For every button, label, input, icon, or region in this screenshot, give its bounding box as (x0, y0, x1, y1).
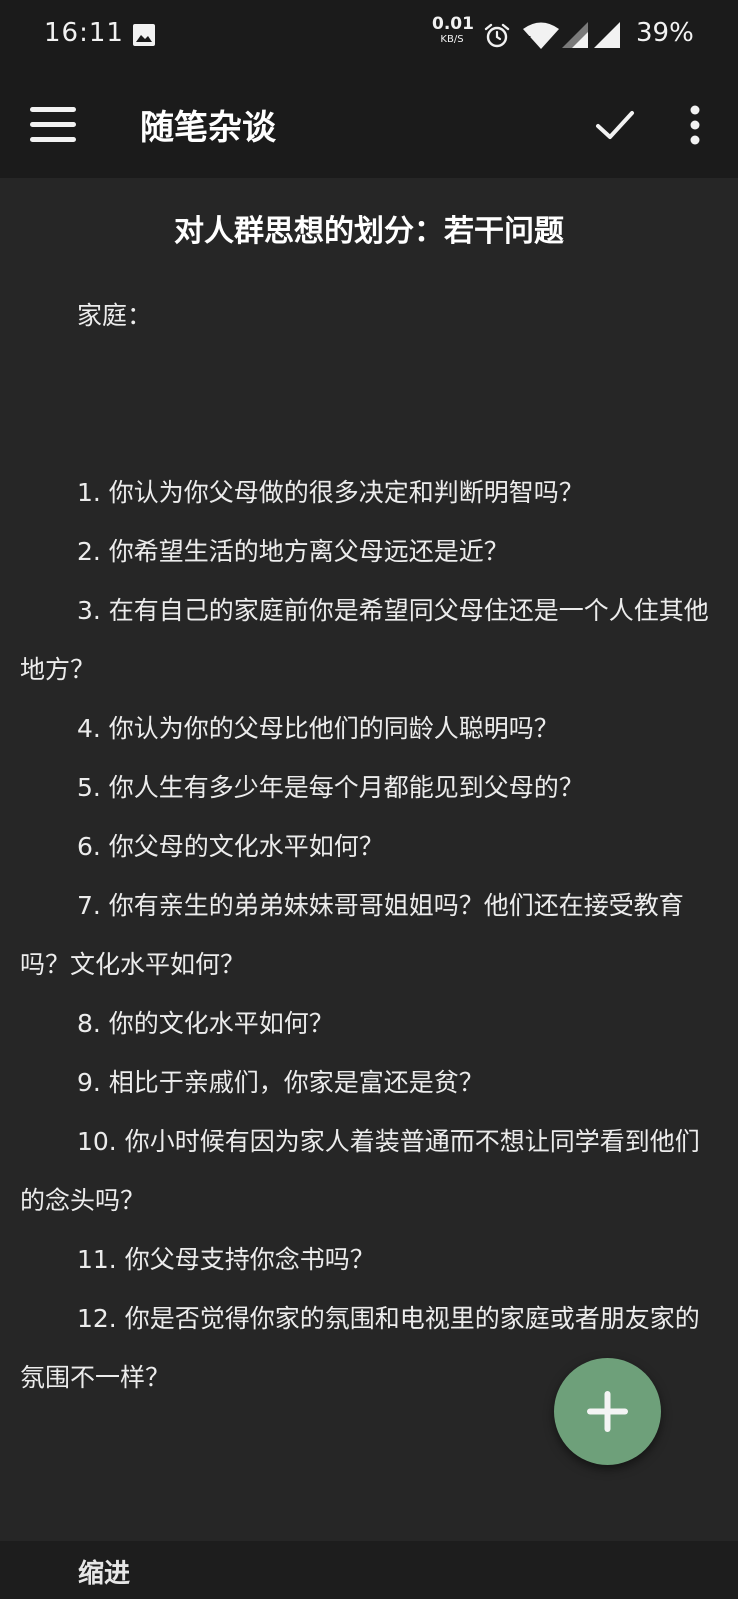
network-speed-value: 0.01 (432, 14, 474, 34)
paragraph[interactable]: 5. 你人生有多少年是每个月都能见到父母的？ (20, 758, 720, 817)
paragraph[interactable]: 8. 你的文化水平如何？ (20, 994, 720, 1053)
indent-button[interactable]: 缩进 (78, 1553, 130, 1590)
plus-icon (587, 1391, 628, 1432)
paragraph[interactable]: 11. 你父母支持你念书吗？ (20, 1230, 720, 1289)
alarm-icon (484, 23, 510, 48)
app-title: 随笔杂谈 (140, 108, 276, 148)
document-body[interactable]: 家庭： 1. 你认为你父母做的很多决定和判断明智吗？ 2. 你希望生活的地方离父… (20, 286, 720, 1541)
paragraph[interactable]: 4. 你认为你的父母比他们的同龄人聪明吗？ (20, 699, 720, 758)
paragraph[interactable]: 9. 相比于亲戚们，你家是富还是贫？ (20, 1053, 720, 1112)
blank-line[interactable] (20, 404, 720, 463)
blank-line[interactable] (20, 1466, 720, 1525)
app-bar: 随笔杂谈 (0, 72, 738, 178)
status-time: 16:11 (44, 18, 124, 48)
document-title[interactable]: 对人群思想的划分：若干问题 (0, 206, 738, 250)
paragraph[interactable]: 6. 你父母的文化水平如何？ (20, 817, 720, 876)
hamburger-menu-icon[interactable] (26, 100, 82, 150)
signal-icon (594, 22, 620, 48)
network-speed: 0.01 KB/S (432, 14, 474, 45)
paragraph[interactable]: 3. 在有自己的家庭前你是希望同父母住还是一个人住其他地方？ (20, 581, 720, 699)
paragraph[interactable]: 10. 你小时候有因为家人着装普通而不想让同学看到他们的念头吗？ (20, 1112, 720, 1230)
more-vert-icon[interactable] (680, 102, 710, 148)
document-editor[interactable]: 对人群思想的划分：若干问题 家庭： 1. 你认为你父母做的很多决定和判断明智吗？… (0, 178, 738, 1541)
paragraph[interactable]: 1. 你认为你父母做的很多决定和判断明智吗？ (20, 463, 720, 522)
paragraph[interactable]: 2. 你希望生活的地方离父母远还是近？ (20, 522, 720, 581)
blank-line[interactable] (20, 345, 720, 404)
status-bar: 16:11 0.01 KB/S 39% (0, 0, 738, 72)
paragraph[interactable]: 7. 你有亲生的弟弟妹妹哥哥姐姐吗？他们还在接受教育吗？文化水平如何？ (20, 876, 720, 994)
paragraph[interactable]: 家庭： (20, 286, 720, 345)
wifi-icon (523, 22, 559, 49)
formatting-toolbar: 缩进 (0, 1541, 738, 1599)
network-speed-unit: KB/S (440, 34, 464, 45)
battery-level: 39% (636, 18, 694, 48)
paragraph[interactable]: 自我： (20, 1525, 720, 1541)
add-button[interactable] (554, 1358, 661, 1465)
gallery-icon (133, 24, 155, 46)
signal-icon (562, 22, 588, 48)
check-icon[interactable] (592, 102, 638, 148)
